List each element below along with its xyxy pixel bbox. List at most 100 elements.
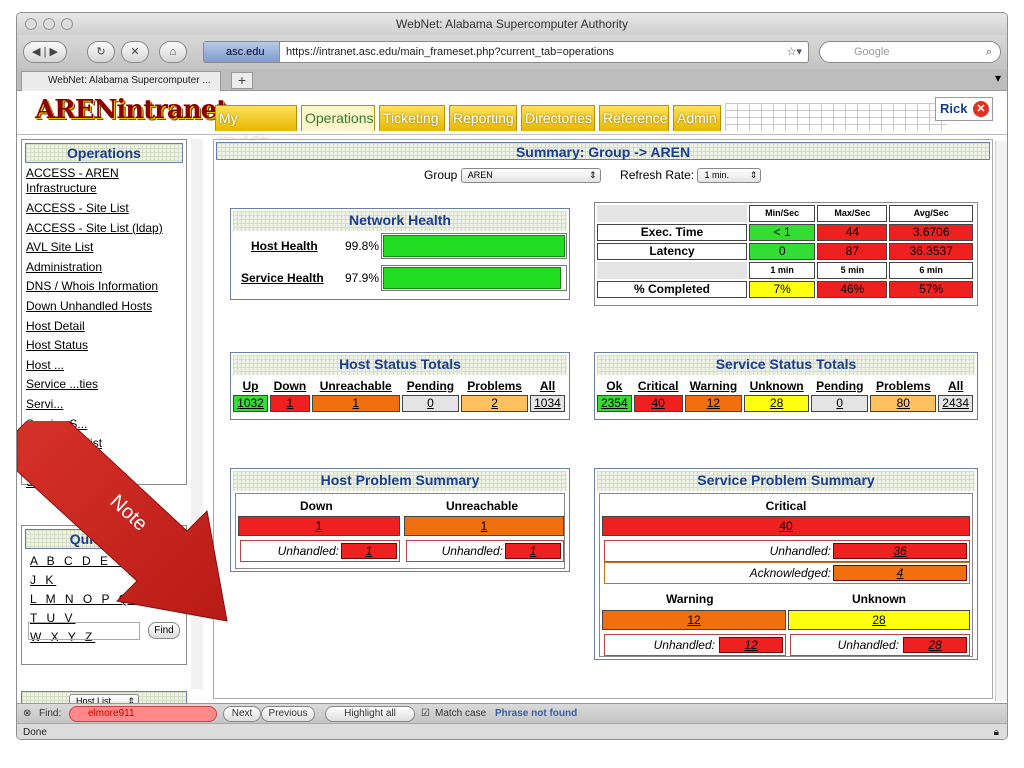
- sidebar-item-dns-whois[interactable]: DNS / Whois Information: [26, 277, 182, 297]
- url-bar[interactable]: asc.edu https://intranet.asc.edu/main_fr…: [203, 41, 809, 63]
- tab-admin[interactable]: Admin: [673, 105, 721, 131]
- perf-col-max: Max/Sec: [817, 205, 888, 222]
- svc-hdr-pending[interactable]: Pending: [811, 379, 868, 393]
- user-logout-button[interactable]: Rick ✕: [935, 97, 993, 121]
- svc-hdr-warning[interactable]: Warning: [685, 379, 742, 393]
- sidebar-item-host-other[interactable]: Host ...: [26, 356, 182, 376]
- svc-hdr-critical[interactable]: Critical: [634, 379, 683, 393]
- highlight-all-button[interactable]: Highlight all: [325, 706, 415, 722]
- service-unknown-unhandled-value[interactable]: 28: [903, 637, 967, 653]
- exec-min: < 1: [749, 224, 816, 241]
- tab-operations[interactable]: Operations: [301, 105, 375, 131]
- find-input[interactable]: elmore911: [69, 706, 217, 722]
- host-problem-unreachable-bar[interactable]: 1: [404, 516, 564, 536]
- sidebar-item-access-aren-infrastructure[interactable]: ACCESS - AREN Infrastructure: [26, 166, 182, 196]
- close-window-button[interactable]: [25, 18, 37, 30]
- host-hdr-up[interactable]: Up: [233, 379, 268, 393]
- reload-icon[interactable]: ↻: [87, 41, 115, 63]
- search-input[interactable]: Google ⌕: [819, 41, 1001, 63]
- svc-warning-count[interactable]: 12: [684, 395, 743, 412]
- svc-unknown-count[interactable]: 28: [744, 395, 810, 412]
- host-problem-down-bar[interactable]: 1: [238, 516, 400, 536]
- service-health-value: 97.9%: [345, 271, 380, 285]
- host-hdr-all[interactable]: All: [530, 379, 565, 393]
- host-down-count[interactable]: 1: [269, 395, 310, 412]
- host-unreachable-unhandled-value[interactable]: 1: [505, 543, 561, 559]
- sidebar-item-service-s[interactable]: Service S...: [26, 415, 182, 435]
- host-down-unhandled-value[interactable]: 1: [341, 543, 397, 559]
- find-previous-button[interactable]: Previous: [261, 706, 315, 722]
- latency-label: Latency: [597, 243, 747, 260]
- svc-critical-count[interactable]: 40: [633, 395, 683, 412]
- match-case-checkbox[interactable]: ☑: [421, 704, 430, 724]
- sidebar-item-avl-site-list[interactable]: AVL Site List: [26, 238, 182, 258]
- host-problems-count[interactable]: 2: [461, 395, 528, 412]
- host-health-link[interactable]: Host Health: [251, 239, 318, 253]
- quickfind-input[interactable]: [28, 622, 140, 640]
- bookmark-star-icon[interactable]: ☆▾: [787, 42, 802, 62]
- service-warning-unhandled-value[interactable]: 12: [719, 637, 783, 653]
- main-scrollbar[interactable]: [995, 141, 1007, 701]
- zoom-window-button[interactable]: [61, 18, 73, 30]
- sidebar-item-summary[interactable]: Summary: [26, 473, 182, 493]
- host-pending-count[interactable]: 0: [401, 395, 460, 412]
- logout-x-icon[interactable]: ✕: [973, 101, 989, 117]
- completed-6min: 57%: [889, 281, 973, 298]
- sidebar-item-host-status[interactable]: Host Status: [26, 336, 182, 356]
- sidebar-item-administration[interactable]: Administration: [26, 258, 182, 278]
- lock-icon: 🔒︎: [993, 727, 999, 738]
- host-hdr-pending[interactable]: Pending: [402, 379, 460, 393]
- tab-directories[interactable]: Directories: [521, 105, 595, 131]
- back-forward-button[interactable]: ◀ | ▶: [23, 41, 67, 63]
- refresh-select[interactable]: 1 min.: [697, 168, 762, 184]
- magnifier-icon[interactable]: ⌕: [986, 42, 992, 62]
- service-unknown-bar[interactable]: 28: [788, 610, 970, 630]
- service-warning-bar[interactable]: 12: [602, 610, 786, 630]
- host-unreachable-count[interactable]: 1: [311, 395, 400, 412]
- tab-myworksite[interactable]: My WorkSite: [215, 105, 297, 150]
- minimize-window-button[interactable]: [43, 18, 55, 30]
- svc-ok-count[interactable]: 2354: [597, 395, 632, 412]
- alpha-row-1[interactable]: A B C D E F G H I J K: [22, 552, 186, 590]
- tab-ticketing[interactable]: Ticketing: [379, 105, 445, 131]
- sidebar-item-access-site-list-ldap[interactable]: ACCESS - Site List (ldap): [26, 219, 182, 239]
- sidebar-item-down-unhandled-hosts[interactable]: Down Unhandled Hosts: [26, 297, 182, 317]
- sidebar-item-service-ties[interactable]: Service ...ties: [26, 375, 182, 395]
- svc-hdr-problems[interactable]: Problems: [870, 379, 936, 393]
- host-all-count[interactable]: 1034: [529, 395, 565, 412]
- tab-list-icon[interactable]: ▾: [995, 71, 1001, 85]
- service-critical-bar[interactable]: 40: [602, 516, 970, 536]
- service-critical-acknowledged-value[interactable]: 4: [833, 565, 967, 581]
- svc-pending-count[interactable]: 0: [811, 395, 869, 412]
- svc-hdr-all[interactable]: All: [938, 379, 973, 393]
- service-status-totals-table: Ok Critical Warning Unknown Pending Prob…: [595, 377, 975, 414]
- sidebar-scrollbar[interactable]: [191, 139, 203, 689]
- find-next-button[interactable]: Next: [223, 706, 261, 722]
- host-hdr-unreachable[interactable]: Unreachable: [312, 379, 400, 393]
- host-hdr-down[interactable]: Down: [270, 379, 310, 393]
- find-button[interactable]: Find: [148, 622, 180, 639]
- svc-all-count[interactable]: 2434: [938, 395, 973, 412]
- sidebar-item-status-map[interactable]: Status Map: [26, 454, 182, 474]
- home-icon[interactable]: ⌂: [159, 41, 187, 63]
- close-find-icon[interactable]: ⊗: [23, 704, 31, 724]
- svc-hdr-unknown[interactable]: Unknown: [744, 379, 809, 393]
- site-identity-button[interactable]: asc.edu: [204, 42, 280, 62]
- service-health-link[interactable]: Service Health: [241, 271, 324, 285]
- group-select[interactable]: AREN: [460, 168, 601, 184]
- browser-tab[interactable]: WebNet: Alabama Supercomputer ...: [21, 71, 221, 91]
- sidebar-item-access-site-list[interactable]: ACCESS - Site List: [26, 199, 182, 219]
- stop-icon[interactable]: ✕: [121, 41, 149, 63]
- svc-hdr-ok[interactable]: Ok: [597, 379, 632, 393]
- svc-problems-count[interactable]: 80: [870, 395, 937, 412]
- tab-reporting[interactable]: Reporting: [449, 105, 517, 131]
- sidebar-item-host-detail[interactable]: Host Detail: [26, 317, 182, 337]
- tab-reference[interactable]: Reference: [599, 105, 669, 131]
- sidebar-item-servi[interactable]: Servi...: [26, 395, 182, 415]
- new-tab-button[interactable]: +: [231, 72, 253, 89]
- service-critical-unhandled-value[interactable]: 36: [833, 543, 967, 559]
- sidebar-item-shift-checklist[interactable]: Shift Checklist: [26, 434, 182, 454]
- host-hdr-problems[interactable]: Problems: [461, 379, 528, 393]
- url-text[interactable]: https://intranet.asc.edu/main_frameset.p…: [286, 42, 614, 62]
- host-up-count[interactable]: 1032: [233, 395, 268, 412]
